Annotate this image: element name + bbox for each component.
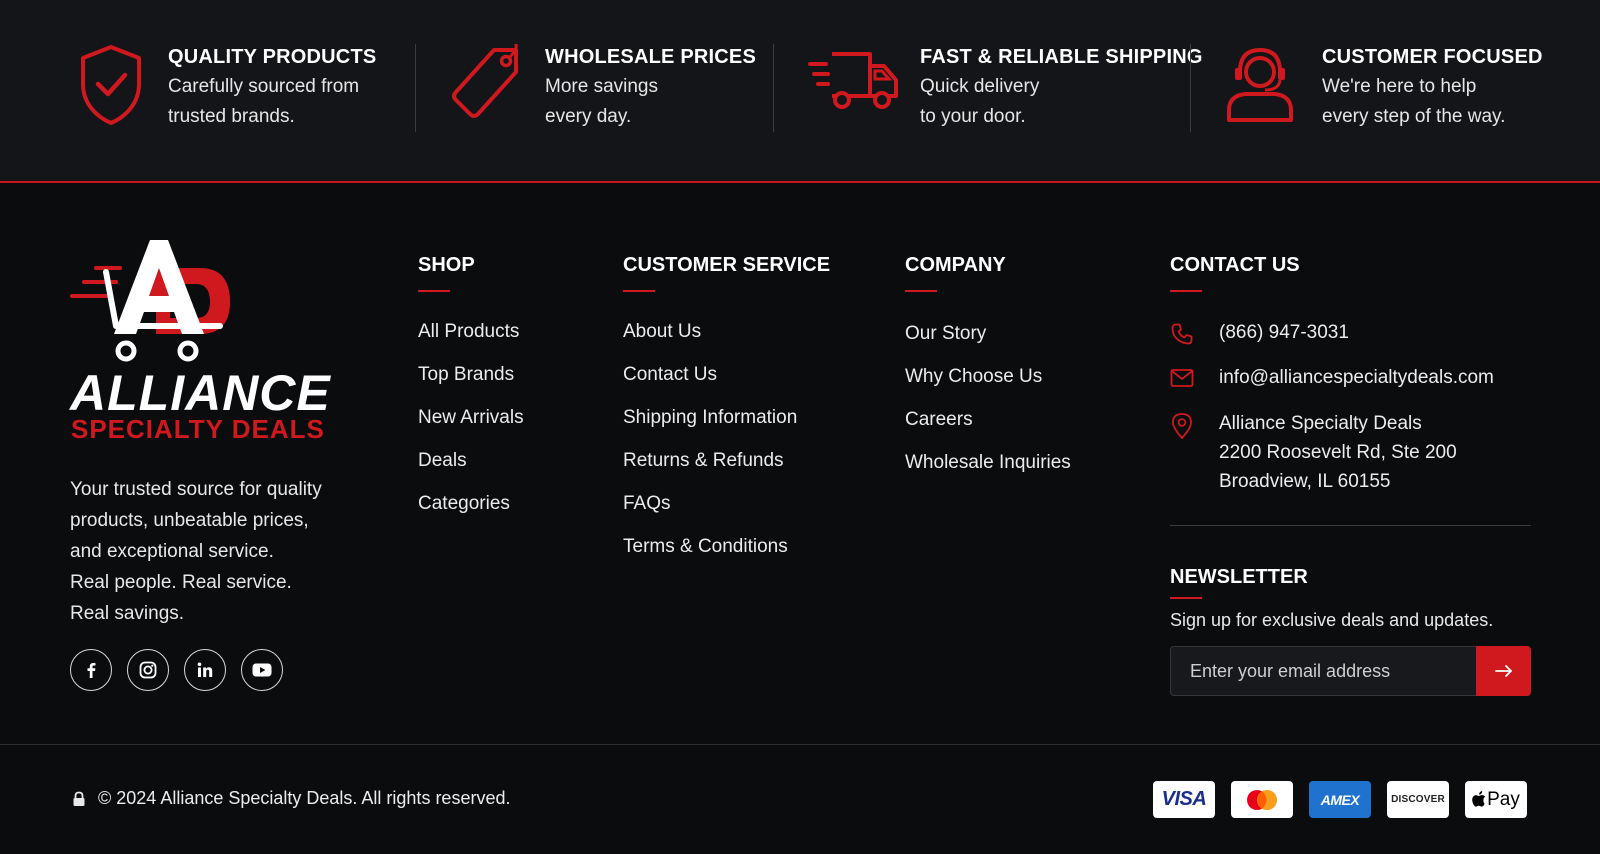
brand-logo[interactable] bbox=[70, 238, 240, 368]
feature-title: CUSTOMER FOCUSED bbox=[1322, 46, 1543, 68]
footer-link[interactable]: FAQs bbox=[623, 492, 830, 516]
headset-support-icon bbox=[1227, 47, 1293, 122]
map-pin-icon bbox=[1172, 413, 1192, 439]
feature-divider bbox=[1190, 44, 1191, 132]
footer-link[interactable]: Contact Us bbox=[623, 363, 830, 387]
visa-badge: VISA bbox=[1153, 781, 1215, 818]
mastercard-badge bbox=[1231, 781, 1293, 818]
title-underline bbox=[905, 290, 937, 292]
mastercard-icon bbox=[1247, 789, 1277, 810]
linkedin-icon bbox=[197, 662, 213, 677]
newsletter-description: Sign up for exclusive deals and updates. bbox=[1170, 610, 1494, 630]
email-address[interactable]: info@alliancespecialtydeals.com bbox=[1219, 363, 1494, 392]
delivery-truck-icon bbox=[808, 52, 898, 109]
newsletter-form bbox=[1170, 646, 1531, 696]
apple-pay-label: Pay bbox=[1487, 788, 1520, 810]
phone-icon bbox=[1171, 323, 1193, 345]
facebook-link[interactable] bbox=[70, 649, 112, 691]
footer-link[interactable]: All Products bbox=[418, 320, 524, 344]
copyright: © 2024 Alliance Specialty Deals. All rig… bbox=[72, 788, 510, 809]
address-text: Alliance Specialty Deals 2200 Roosevelt … bbox=[1219, 413, 1457, 492]
title-underline bbox=[418, 290, 450, 292]
lock-icon bbox=[73, 791, 85, 806]
brand-name-line2: SPECIALTY DEALS bbox=[71, 414, 325, 444]
column-title: CONTACT US bbox=[1170, 254, 1300, 276]
title-underline bbox=[1170, 290, 1202, 292]
footer-link[interactable]: About Us bbox=[623, 320, 830, 344]
bottom-divider bbox=[0, 744, 1600, 745]
footer-link[interactable]: Our Story bbox=[905, 322, 1071, 346]
feature-desc: Carefully sourced from trusted brands. bbox=[168, 76, 360, 127]
instagram-link[interactable] bbox=[127, 649, 169, 691]
discover-label: DISCOVER bbox=[1391, 794, 1445, 805]
shield-check-icon bbox=[81, 45, 141, 125]
feature-desc: More savings every day. bbox=[545, 76, 658, 127]
brand-tagline: Your trusted source for quality products… bbox=[70, 479, 322, 624]
newsletter-email-input[interactable] bbox=[1170, 646, 1476, 696]
contact-column: CONTACT US bbox=[1170, 252, 1300, 292]
column-title: COMPANY bbox=[905, 254, 1006, 276]
price-tag-icon bbox=[452, 44, 518, 118]
footer-link[interactable]: Top Brands bbox=[418, 363, 524, 387]
feature-title: FAST & RELIABLE SHIPPING bbox=[920, 46, 1203, 68]
youtube-icon bbox=[252, 663, 272, 677]
footer-link[interactable]: Careers bbox=[905, 408, 1071, 432]
youtube-link[interactable] bbox=[241, 649, 283, 691]
shop-column: SHOP All Products Top Brands New Arrival… bbox=[418, 252, 524, 535]
brand-name-line1: ALLIANCE bbox=[70, 365, 331, 421]
feature-desc: We're here to help every step of the way… bbox=[1322, 76, 1506, 127]
column-title: CUSTOMER SERVICE bbox=[623, 254, 831, 276]
feature-title: QUALITY PRODUCTS bbox=[168, 46, 377, 68]
footer-link[interactable]: Shipping Information bbox=[623, 406, 830, 430]
payment-methods: VISA AMEX DISCOVER Pay bbox=[1153, 781, 1527, 818]
feature-desc: Quick delivery to your door. bbox=[920, 76, 1040, 127]
instagram-icon bbox=[139, 661, 157, 679]
envelope-icon bbox=[1170, 369, 1194, 387]
social-links bbox=[70, 649, 283, 691]
discover-badge: DISCOVER bbox=[1387, 781, 1449, 818]
footer-link[interactable]: Terms & Conditions bbox=[623, 535, 830, 559]
facebook-icon bbox=[87, 663, 96, 678]
footer-link[interactable]: Categories bbox=[418, 492, 524, 516]
apple-icon bbox=[1472, 791, 1486, 807]
column-title: SHOP bbox=[418, 254, 475, 276]
feature-divider bbox=[773, 44, 774, 132]
title-underline bbox=[1170, 597, 1202, 599]
company-column: COMPANY Our Story Why Choose Us Careers … bbox=[905, 252, 1071, 494]
shopping-cart-logo-icon bbox=[70, 240, 230, 362]
amex-badge: AMEX bbox=[1309, 781, 1371, 818]
phone-number[interactable]: (866) 947-3031 bbox=[1219, 318, 1349, 347]
title-underline bbox=[623, 290, 655, 292]
feature-divider bbox=[415, 44, 416, 132]
visa-label: VISA bbox=[1161, 788, 1207, 810]
footer-link[interactable]: Returns & Refunds bbox=[623, 449, 830, 473]
copyright-text: © 2024 Alliance Specialty Deals. All rig… bbox=[98, 788, 511, 808]
features-strip: QUALITY PRODUCTS Carefully sourced from … bbox=[0, 0, 1600, 183]
newsletter-submit-button[interactable] bbox=[1476, 646, 1531, 696]
contact-divider bbox=[1170, 525, 1531, 526]
apple-pay-badge: Pay bbox=[1465, 781, 1527, 818]
arrow-right-icon bbox=[1494, 665, 1512, 677]
footer-link[interactable]: Wholesale Inquiries bbox=[905, 451, 1071, 475]
newsletter-title: NEWSLETTER bbox=[1170, 566, 1308, 588]
footer-link[interactable]: Why Choose Us bbox=[905, 365, 1071, 389]
linkedin-link[interactable] bbox=[184, 649, 226, 691]
amex-label: AMEX bbox=[1320, 791, 1360, 808]
customer-service-column: CUSTOMER SERVICE About Us Contact Us Shi… bbox=[623, 252, 830, 578]
feature-title: WHOLESALE PRICES bbox=[545, 46, 756, 68]
footer-link[interactable]: New Arrivals bbox=[418, 406, 524, 430]
footer-link[interactable]: Deals bbox=[418, 449, 524, 473]
